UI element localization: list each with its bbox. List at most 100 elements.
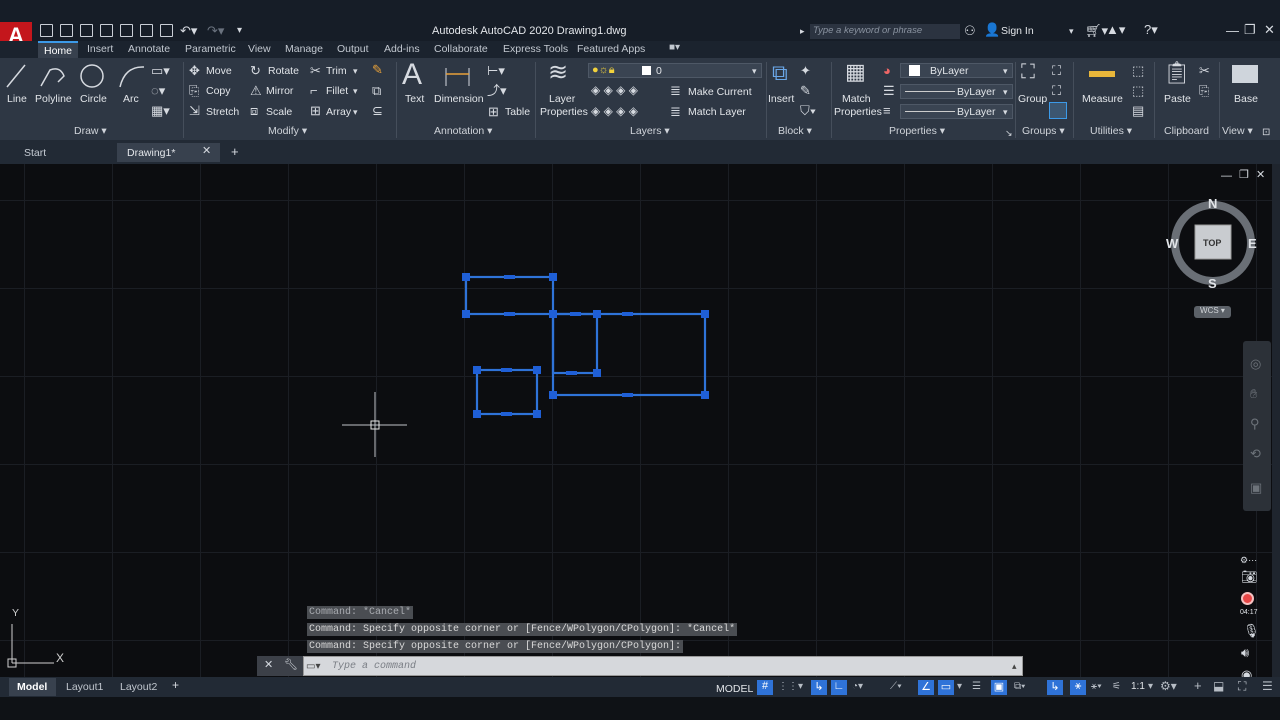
quick-select-icon[interactable]: ⬚ xyxy=(1132,64,1144,77)
grid-toggle-icon[interactable]: # xyxy=(757,680,773,695)
viewport-close-icon[interactable]: ✕ xyxy=(1256,169,1265,182)
compass-east[interactable]: E xyxy=(1248,236,1257,251)
clipboard-panel-label[interactable]: Clipboard xyxy=(1164,125,1209,137)
move-button[interactable]: Move xyxy=(206,65,232,77)
tab-home[interactable]: Home xyxy=(38,41,79,58)
ribbon-collapse-icon[interactable]: ⊡ xyxy=(1262,126,1270,139)
open-web-icon[interactable] xyxy=(120,24,133,37)
transparency-toggle-icon[interactable]: ▣ xyxy=(991,680,1007,695)
snap-mode-icon[interactable]: ⋮⋮▾ xyxy=(778,681,803,692)
lineweight-dropdown-arrow-icon[interactable]: ▾ xyxy=(1003,86,1008,99)
object-snap-icon[interactable]: ▭ xyxy=(938,680,954,695)
multileader-icon[interactable]: ⤴▾ xyxy=(487,84,507,97)
hatch-icon[interactable]: ◌▾ xyxy=(151,84,165,97)
mirror-button[interactable]: Mirror xyxy=(266,85,293,97)
match-properties-button[interactable]: Match xyxy=(842,93,871,105)
a360-icon[interactable]: ▲▾ xyxy=(1106,23,1125,36)
draw-panel-label[interactable]: Draw ▾ xyxy=(74,125,107,137)
properties-launcher-icon[interactable]: ↘ xyxy=(1005,127,1013,140)
table-button[interactable]: Table xyxy=(505,106,530,118)
command-history-toggle-icon[interactable]: ▴ xyxy=(1012,660,1017,673)
clip-copy-icon[interactable]: ⎘ xyxy=(1199,84,1209,97)
clean-screen-icon[interactable]: ⛶ xyxy=(1238,679,1246,694)
save-icon[interactable] xyxy=(80,24,93,37)
polar-tracking-icon[interactable]: ◔▾ xyxy=(852,681,863,692)
record-icon[interactable] xyxy=(1241,592,1254,605)
compass-south[interactable]: S xyxy=(1208,276,1217,291)
group-edit-icon[interactable]: ⛶ xyxy=(1052,84,1061,97)
pan-icon[interactable]: ✋︎ xyxy=(1250,387,1257,400)
new-tab-icon[interactable]: + xyxy=(231,145,239,158)
tab-annotate[interactable]: Annotate xyxy=(128,43,170,55)
annotation-scale-menu-icon[interactable]: ▾ xyxy=(1148,681,1153,692)
trim-menu-icon[interactable]: ▾ xyxy=(353,65,358,78)
make-current-button[interactable]: Make Current xyxy=(688,86,752,98)
tab-manage[interactable]: Manage xyxy=(285,43,323,55)
erase-icon[interactable]: ✎ xyxy=(372,63,383,76)
rectangle-icon[interactable]: ▭▾ xyxy=(151,64,170,77)
color-dropdown-arrow-icon[interactable]: ▾ xyxy=(1003,65,1008,78)
model-space-button[interactable]: MODEL xyxy=(716,683,753,695)
save-as-icon[interactable] xyxy=(100,24,113,37)
array-button[interactable]: Array xyxy=(326,106,351,118)
new-layout-icon[interactable]: + xyxy=(172,679,179,692)
array-menu-icon[interactable]: ▾ xyxy=(353,106,358,119)
paste-button[interactable]: Paste xyxy=(1164,93,1191,105)
calculator-icon[interactable]: ▤ xyxy=(1132,104,1144,117)
block-panel-label[interactable]: Block ▾ xyxy=(778,125,812,137)
match-layer-button[interactable]: Match Layer xyxy=(688,106,746,118)
annotation-scale-value[interactable]: 1:1 xyxy=(1131,681,1145,692)
save-web-icon[interactable] xyxy=(140,24,153,37)
close-tab-icon[interactable]: ✕ xyxy=(202,145,211,158)
layout1-tab[interactable]: Layout1 xyxy=(66,681,103,693)
compass-west[interactable]: W xyxy=(1166,236,1178,251)
viewcube-top[interactable]: TOP xyxy=(1203,238,1221,248)
tab-output[interactable]: Output xyxy=(337,43,369,55)
orbit-icon[interactable]: ⟲ xyxy=(1250,447,1261,460)
dimension-tool-button[interactable]: Dimension xyxy=(434,93,484,105)
layers-panel-label[interactable]: Layers ▾ xyxy=(630,125,670,137)
tab-insert[interactable]: Insert xyxy=(87,43,113,55)
sign-in-link[interactable]: Sign In xyxy=(1001,25,1034,37)
layer-properties-button[interactable]: Layer xyxy=(549,93,575,105)
block-attributes-icon[interactable]: ⛉▾ xyxy=(800,104,816,117)
annotation-panel-label[interactable]: Annotation ▾ xyxy=(434,125,492,137)
layer-dropdown-arrow-icon[interactable]: ▾ xyxy=(752,65,757,78)
tab-featured-apps[interactable]: Featured Apps xyxy=(577,43,645,55)
wcs-menu[interactable]: WCS ▾ xyxy=(1194,306,1231,318)
object-snap-tracking-icon[interactable]: ∠ xyxy=(918,680,934,695)
annotation-scale-icon[interactable]: ⚟ xyxy=(1112,681,1121,692)
modify-panel-label[interactable]: Modify ▾ xyxy=(268,125,307,137)
trim-button[interactable]: Trim xyxy=(326,65,347,77)
compass-north[interactable]: N xyxy=(1208,196,1217,211)
base-view-button[interactable]: Base xyxy=(1234,93,1258,105)
close-icon[interactable]: ✕ xyxy=(1264,23,1275,36)
line-tool-button[interactable]: Line xyxy=(7,93,27,105)
id-point-icon[interactable]: ⬚ xyxy=(1132,84,1144,97)
polyline-tool-button[interactable]: Polyline xyxy=(35,93,72,105)
help-search-input[interactable]: Type a keyword or phrase xyxy=(810,24,960,39)
cut-icon[interactable]: ✂ xyxy=(1199,64,1210,77)
layer-tools-row1-icons[interactable]: ◈ ◈ ◈ ◈ xyxy=(591,84,638,97)
close-command-line-icon[interactable]: ✕ xyxy=(264,659,273,672)
ribbon-options-icon[interactable]: ■▾ xyxy=(669,42,680,53)
camera-icon[interactable]: 📷︎ xyxy=(1241,570,1258,583)
utilities-panel-label[interactable]: Utilities ▾ xyxy=(1090,125,1132,137)
ortho-mode-icon[interactable]: ∟ xyxy=(831,680,847,695)
linetype-dropdown-arrow-icon[interactable]: ▾ xyxy=(1003,106,1008,119)
view-panel-label[interactable]: View ▾ xyxy=(1222,125,1253,137)
selection-cycling-icon[interactable]: ⧉▾ xyxy=(1014,681,1025,692)
start-tab[interactable]: Start xyxy=(24,147,46,159)
leader-icon[interactable]: ⊢▾ xyxy=(487,64,505,77)
dynamic-ucs-icon[interactable]: ↳ xyxy=(1047,680,1063,695)
open-file-icon[interactable] xyxy=(60,24,73,37)
tab-collaborate[interactable]: Collaborate xyxy=(434,43,488,55)
boundary-icon[interactable]: ▦▾ xyxy=(151,104,170,117)
sign-in-menu-icon[interactable]: ▾ xyxy=(1069,25,1074,38)
stretch-button[interactable]: Stretch xyxy=(206,106,239,118)
binoculars-icon[interactable]: ⚇ xyxy=(964,24,976,37)
osnap-menu-icon[interactable]: ▾ xyxy=(957,681,962,692)
lineweight-toggle-icon[interactable]: ☰ xyxy=(972,681,981,692)
redo-icon[interactable]: ↷▾ xyxy=(207,24,224,37)
layout2-tab[interactable]: Layout2 xyxy=(120,681,157,693)
